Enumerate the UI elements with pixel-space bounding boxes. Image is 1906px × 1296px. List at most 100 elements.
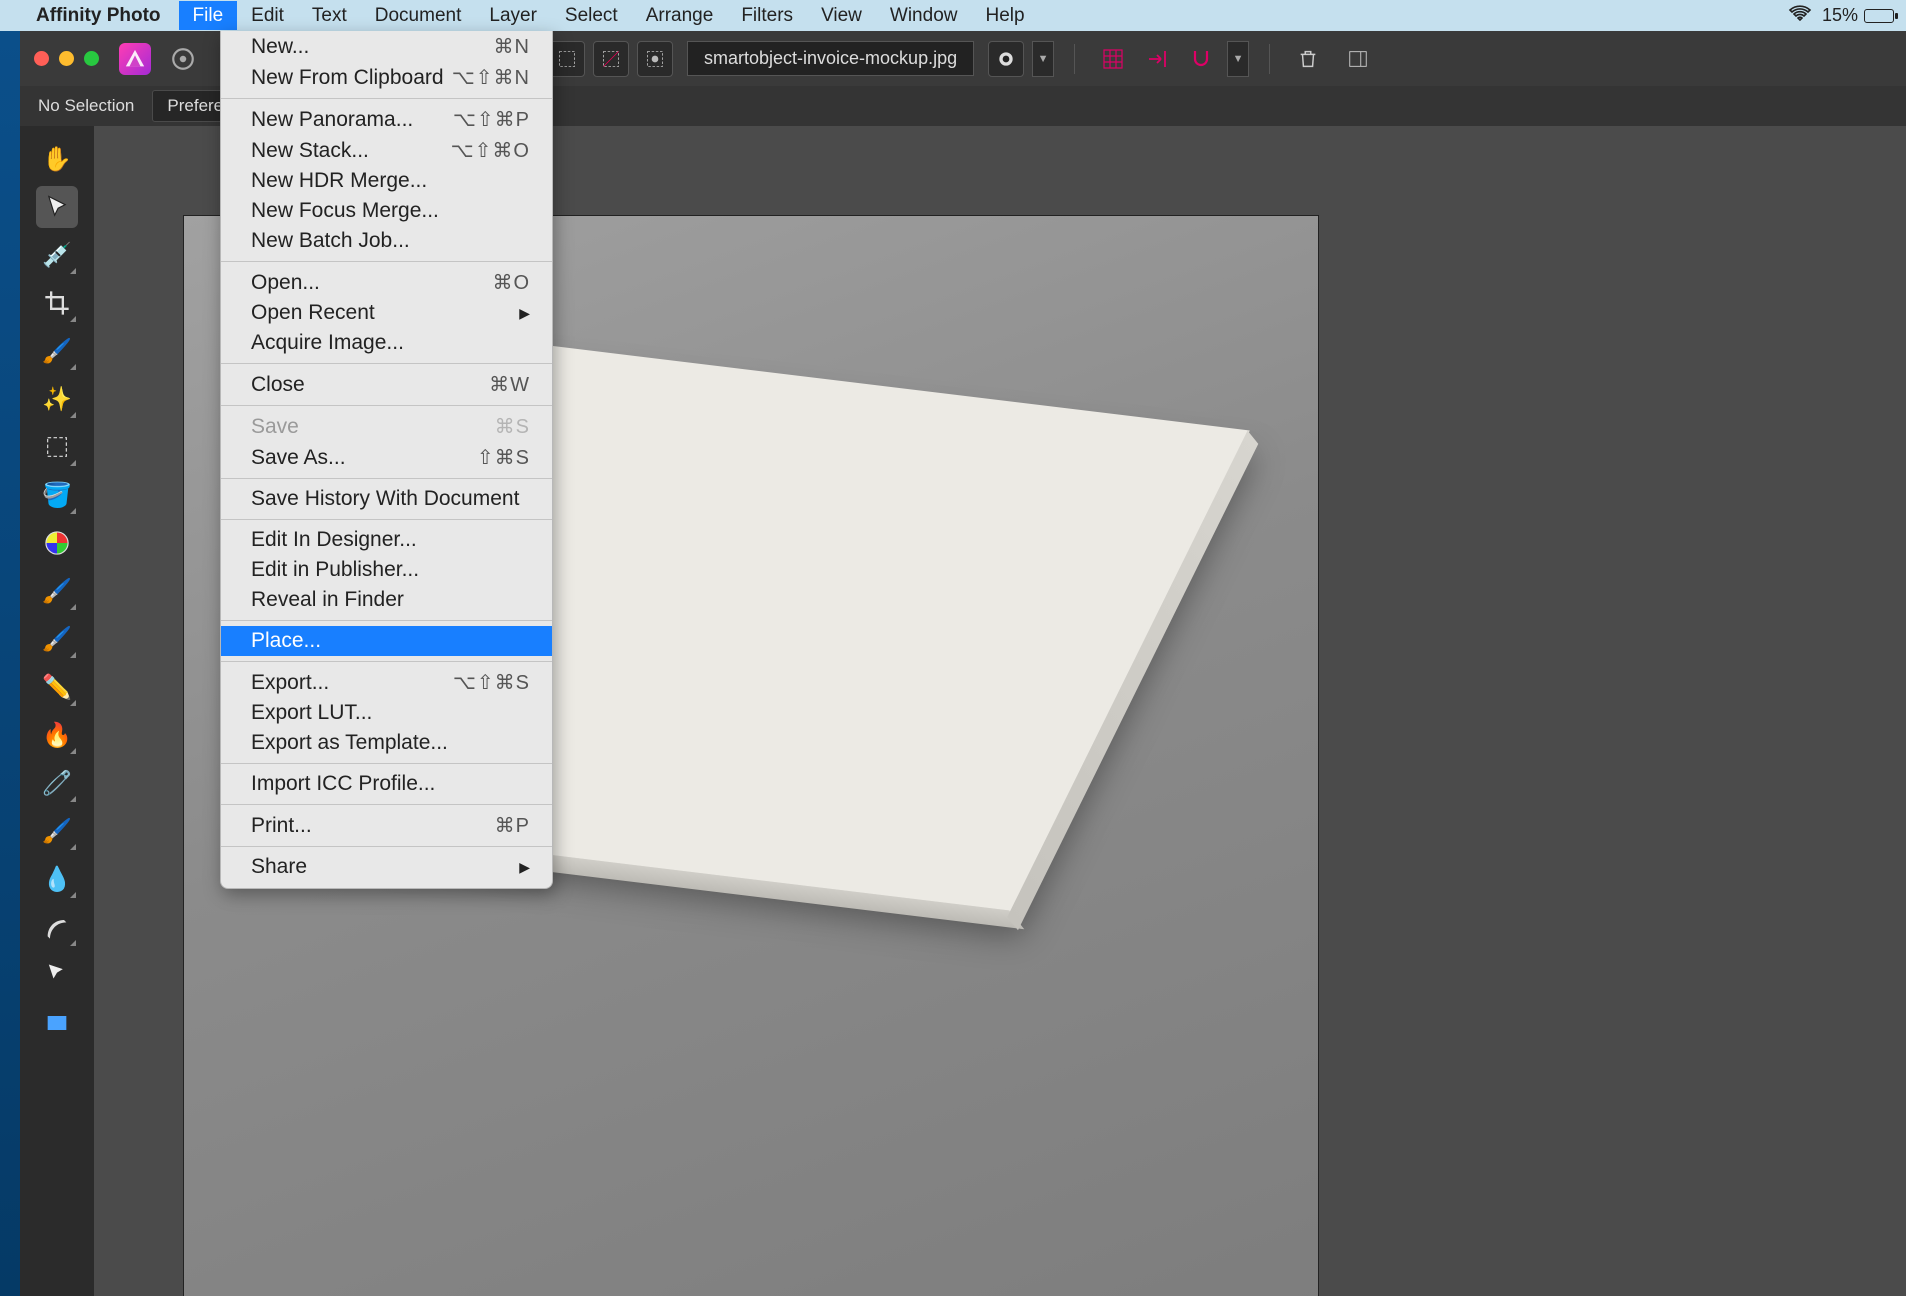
- menu-item-new-batch-job[interactable]: New Batch Job...: [221, 226, 552, 256]
- rectangle-tool[interactable]: [36, 1002, 78, 1044]
- selection-status-label: No Selection: [38, 96, 134, 116]
- menu-item-label: Export as Template...: [251, 731, 448, 755]
- menu-separator: [221, 363, 552, 364]
- target-layer-icon[interactable]: [988, 41, 1024, 77]
- menu-item-new-hdr-merge[interactable]: New HDR Merge...: [221, 166, 552, 196]
- menu-item-share[interactable]: Share▶: [221, 852, 552, 882]
- menu-filters[interactable]: Filters: [727, 1, 807, 30]
- menu-item-close[interactable]: Close⌘W: [221, 369, 552, 400]
- app-name[interactable]: Affinity Photo: [36, 5, 161, 27]
- pencil-tool[interactable]: ✏️: [36, 666, 78, 708]
- menu-item-save-as[interactable]: Save As...⇧⌘S: [221, 442, 552, 473]
- menu-item-save-history-with-document[interactable]: Save History With Document: [221, 484, 552, 514]
- menu-item-label: Export LUT...: [251, 701, 372, 725]
- tool-submenu-indicator: [70, 604, 76, 610]
- menu-item-label: New HDR Merge...: [251, 169, 427, 193]
- stamp-tool[interactable]: 🧷: [36, 762, 78, 804]
- menu-item-edit-in-designer[interactable]: Edit In Designer...: [221, 525, 552, 555]
- menu-item-export-as-template[interactable]: Export as Template...: [221, 728, 552, 758]
- menu-item-import-icc-profile[interactable]: Import ICC Profile...: [221, 769, 552, 799]
- menu-item-open-recent[interactable]: Open Recent▶: [221, 298, 552, 328]
- menu-item-label: Save: [251, 415, 299, 439]
- selection-mode-icon[interactable]: [549, 41, 585, 77]
- snapping-toggle-icon[interactable]: [1183, 41, 1219, 77]
- flood-fill-tool[interactable]: 🪣: [36, 474, 78, 516]
- burn-tool[interactable]: 🔥: [36, 714, 78, 756]
- menu-window[interactable]: Window: [876, 1, 972, 30]
- blur-tool[interactable]: 💧: [36, 858, 78, 900]
- magic-wand-tool[interactable]: ✨: [36, 378, 78, 420]
- battery-indicator[interactable]: 15%: [1822, 5, 1894, 26]
- target-dropdown[interactable]: ▼: [1032, 41, 1054, 77]
- pen-tool[interactable]: [36, 906, 78, 948]
- menu-item-new[interactable]: New...⌘N: [221, 31, 552, 62]
- paint-brush-tool[interactable]: 🖌️: [36, 570, 78, 612]
- menu-item-label: Open...: [251, 271, 320, 295]
- menu-item-new-from-clipboard[interactable]: New From Clipboard ⌥⇧⌘N: [221, 62, 552, 93]
- menu-item-export-lut[interactable]: Export LUT...: [221, 698, 552, 728]
- menu-item-label: New From Clipboard: [251, 66, 444, 90]
- tool-submenu-indicator: [70, 700, 76, 706]
- hand-tool[interactable]: ✋: [36, 138, 78, 180]
- affinity-photo-icon: [119, 43, 151, 75]
- menu-item-print[interactable]: Print...⌘P: [221, 810, 552, 841]
- mac-menubar: Affinity Photo FileEditTextDocumentLayer…: [0, 0, 1906, 31]
- selection-brush-tool[interactable]: 🖌️: [36, 330, 78, 372]
- menu-separator: [221, 261, 552, 262]
- menu-item-export[interactable]: Export...⌥⇧⌘S: [221, 667, 552, 698]
- node-tool[interactable]: [36, 954, 78, 996]
- menu-item-label: Edit In Designer...: [251, 528, 417, 552]
- menu-arrange[interactable]: Arrange: [632, 1, 728, 30]
- persona-photo-icon[interactable]: [165, 41, 201, 77]
- marquee-tool[interactable]: [36, 426, 78, 468]
- snapping-dropdown[interactable]: ▼: [1227, 41, 1249, 77]
- tool-submenu-indicator: [70, 892, 76, 898]
- menu-file[interactable]: File: [179, 1, 238, 30]
- selection-subtract-icon[interactable]: [593, 41, 629, 77]
- menu-item-label: New Panorama...: [251, 108, 413, 132]
- menu-item-new-focus-merge[interactable]: New Focus Merge...: [221, 196, 552, 226]
- tool-submenu-indicator: [70, 844, 76, 850]
- menu-item-label: Save History With Document: [251, 487, 519, 511]
- menu-help[interactable]: Help: [971, 1, 1038, 30]
- menu-view[interactable]: View: [807, 1, 876, 30]
- paint-mixer-brush-tool[interactable]: 🖌️: [36, 618, 78, 660]
- trash-icon[interactable]: [1290, 41, 1326, 77]
- menu-text[interactable]: Text: [298, 1, 361, 30]
- menu-item-edit-in-publisher[interactable]: Edit in Publisher...: [221, 555, 552, 585]
- close-window-button[interactable]: [34, 51, 49, 66]
- menu-select[interactable]: Select: [551, 1, 632, 30]
- submenu-arrow-icon: ▶: [519, 859, 530, 876]
- menu-shortcut: ⌥⇧⌘N: [452, 65, 530, 90]
- file-menu-dropdown: New...⌘N New From Clipboard ⌥⇧⌘N New Panora…: [220, 31, 553, 889]
- wifi-icon[interactable]: [1788, 4, 1812, 27]
- menu-item-new-panorama[interactable]: New Panorama...⌥⇧⌘P: [221, 104, 552, 135]
- menu-item-acquire-image[interactable]: Acquire Image...: [221, 328, 552, 358]
- tool-submenu-indicator: [70, 796, 76, 802]
- minimize-window-button[interactable]: [59, 51, 74, 66]
- menu-item-open[interactable]: Open...⌘O: [221, 267, 552, 298]
- zoom-window-button[interactable]: [84, 51, 99, 66]
- color-wheel-tool[interactable]: [36, 522, 78, 564]
- menu-edit[interactable]: Edit: [237, 1, 298, 30]
- menu-item-reveal-in-finder[interactable]: Reveal in Finder: [221, 585, 552, 615]
- menu-shortcut: ⌘N: [494, 34, 530, 59]
- menu-document[interactable]: Document: [361, 1, 476, 30]
- menu-shortcut: ⌥⇧⌘O: [451, 138, 530, 163]
- menu-item-label: Save As...: [251, 446, 346, 470]
- menu-shortcut: ⌥⇧⌘S: [453, 670, 530, 695]
- menu-item-label: Print...: [251, 814, 312, 838]
- menu-item-place[interactable]: Place...: [221, 626, 552, 656]
- crop-tool[interactable]: [36, 282, 78, 324]
- document-title[interactable]: smartobject-invoice-mockup.jpg: [687, 41, 974, 76]
- grid-toggle-icon[interactable]: [1095, 41, 1131, 77]
- quick-mask-icon[interactable]: [637, 41, 673, 77]
- menu-item-label: New Stack...: [251, 139, 369, 163]
- menu-layer[interactable]: Layer: [475, 1, 551, 30]
- snap-align-icon[interactable]: [1139, 41, 1175, 77]
- healing-brush-tool[interactable]: 🖌️: [36, 810, 78, 852]
- move-tool[interactable]: [36, 186, 78, 228]
- panels-toggle-icon[interactable]: [1340, 41, 1376, 77]
- menu-item-new-stack[interactable]: New Stack... ⌥⇧⌘O: [221, 135, 552, 166]
- color-picker-tool[interactable]: 💉: [36, 234, 78, 276]
